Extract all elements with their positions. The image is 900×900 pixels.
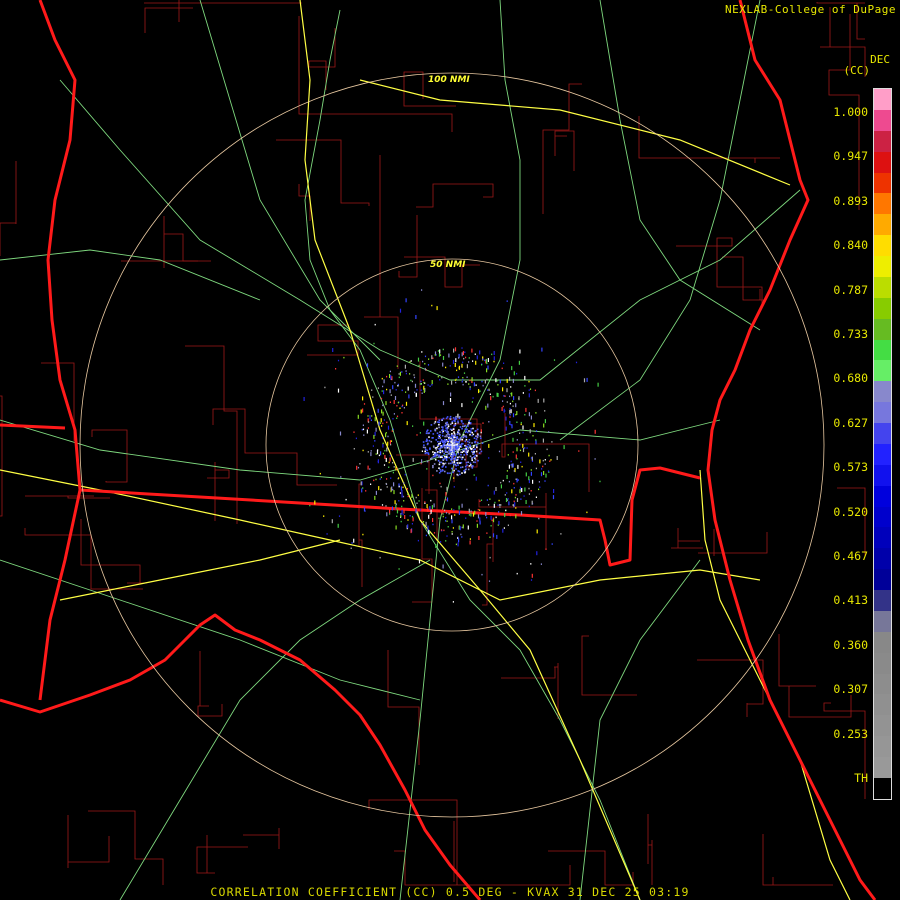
color-scale-segment [874, 339, 891, 361]
color-scale-label: 0.360 [833, 637, 868, 652]
color-scale-segment [874, 590, 891, 611]
color-scale-label: 0.787 [833, 282, 868, 297]
color-scale-segment [874, 297, 891, 319]
color-scale-label: 0.680 [833, 371, 868, 386]
color-scale-bar [873, 88, 892, 800]
color-scale-segment [874, 736, 891, 757]
color-scale-segment [874, 569, 891, 590]
color-scale-label: 0.307 [833, 682, 868, 697]
range-label-50: 50 NMI [430, 260, 466, 270]
color-scale-segment [874, 193, 891, 215]
color-scale-segment [874, 214, 891, 236]
color-scale-segment [874, 757, 891, 778]
color-scale-segment [874, 631, 891, 653]
color-scale-segment [874, 652, 891, 674]
color-scale-segment [874, 485, 891, 507]
color-scale-label: 0.840 [833, 238, 868, 253]
county-lines [0, 0, 866, 886]
color-scale-label: 0.573 [833, 460, 868, 475]
color-scale-segment [874, 235, 891, 256]
color-scale-segment [874, 527, 891, 549]
product-caption: CORRELATION COEFFICIENT (CC) 0.5 DEG - K… [210, 885, 690, 899]
color-scale-label: 1.000 [833, 105, 868, 119]
color-scale-segment [874, 360, 891, 382]
color-scale-segment [874, 673, 891, 695]
color-scale-segment [874, 715, 891, 737]
color-scale-segment [874, 151, 891, 173]
color-scale-label: 0.893 [833, 193, 868, 208]
units-label: DEC [870, 53, 890, 66]
state-borders [0, 0, 877, 900]
color-scale-labels: 1.000 0.947 0.893 0.840 0.787 0.733 0.680 0.627… [808, 0, 868, 900]
color-scale-segment [874, 130, 891, 152]
color-scale-segment [874, 610, 891, 632]
color-scale-segment [874, 256, 891, 277]
color-scale-label: TH [854, 771, 868, 785]
color-scale-segment [874, 89, 891, 110]
color-scale-segment [874, 172, 891, 194]
color-scale-segment [874, 548, 891, 570]
roads [0, 0, 801, 900]
color-scale-segment [874, 506, 891, 528]
color-scale-segment [874, 318, 891, 340]
color-scale-label: 0.627 [833, 415, 868, 430]
color-scale-segment [874, 777, 891, 799]
color-scale-segment [874, 381, 891, 403]
color-scale-segment [874, 276, 891, 298]
radar-map: 100 NMI 50 NMI [0, 0, 877, 900]
color-scale-segment [874, 464, 891, 486]
color-scale-label: 0.253 [833, 726, 868, 741]
range-label-100: 100 NMI [428, 75, 470, 85]
color-scale-label: 0.413 [833, 593, 868, 608]
color-scale-segment [874, 443, 891, 465]
color-scale-label: 0.467 [833, 549, 868, 563]
color-scale-label: 0.947 [833, 149, 868, 164]
color-scale-label: 0.733 [833, 327, 868, 341]
color-scale-segment [874, 402, 891, 423]
color-scale-segment [874, 109, 891, 131]
color-scale-label: 0.520 [833, 504, 868, 519]
color-scale-segment [874, 694, 891, 716]
color-scale-segment [874, 423, 891, 444]
